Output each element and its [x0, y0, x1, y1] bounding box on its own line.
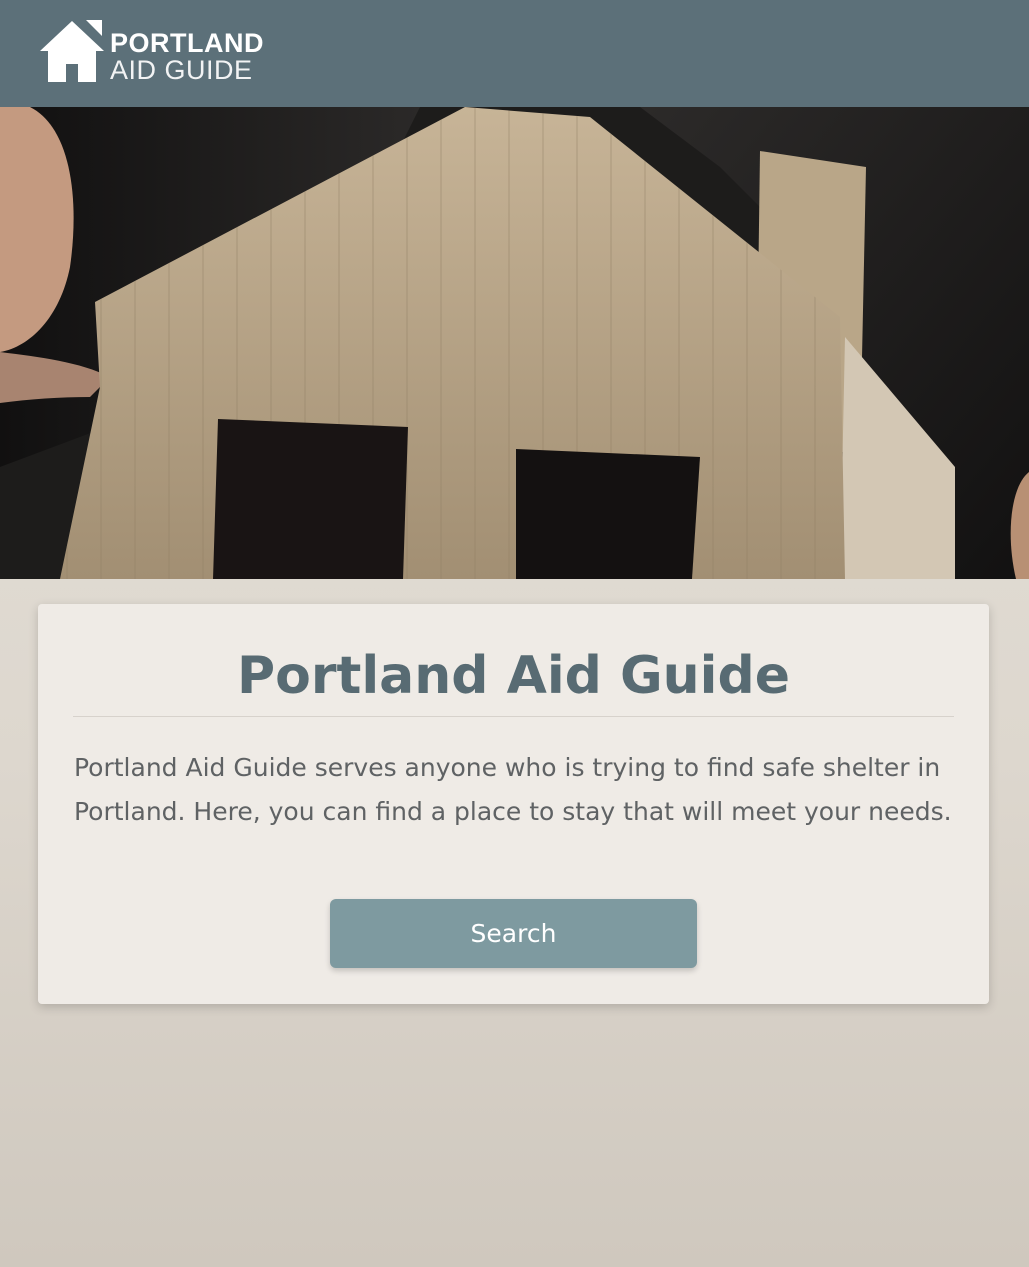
logo-line-2: AID GUIDE	[110, 55, 253, 85]
intro-description: Portland Aid Guide serves anyone who is …	[74, 753, 952, 826]
logo-line-1: PORTLAND	[110, 28, 264, 58]
logo-text: PORTLAND AID GUIDE	[110, 18, 264, 84]
page-title: Portland Aid Guide	[236, 646, 790, 706]
site-logo[interactable]: PORTLAND AID GUIDE	[38, 18, 264, 84]
house-icon	[38, 18, 106, 84]
intro-card: Portland Aid Guide Portland Aid Guide se…	[38, 604, 989, 1004]
search-button[interactable]: Search	[330, 899, 697, 968]
top-navbar: PORTLAND AID GUIDE	[0, 0, 1029, 107]
hero-image	[0, 107, 1029, 579]
title-divider	[73, 716, 954, 717]
